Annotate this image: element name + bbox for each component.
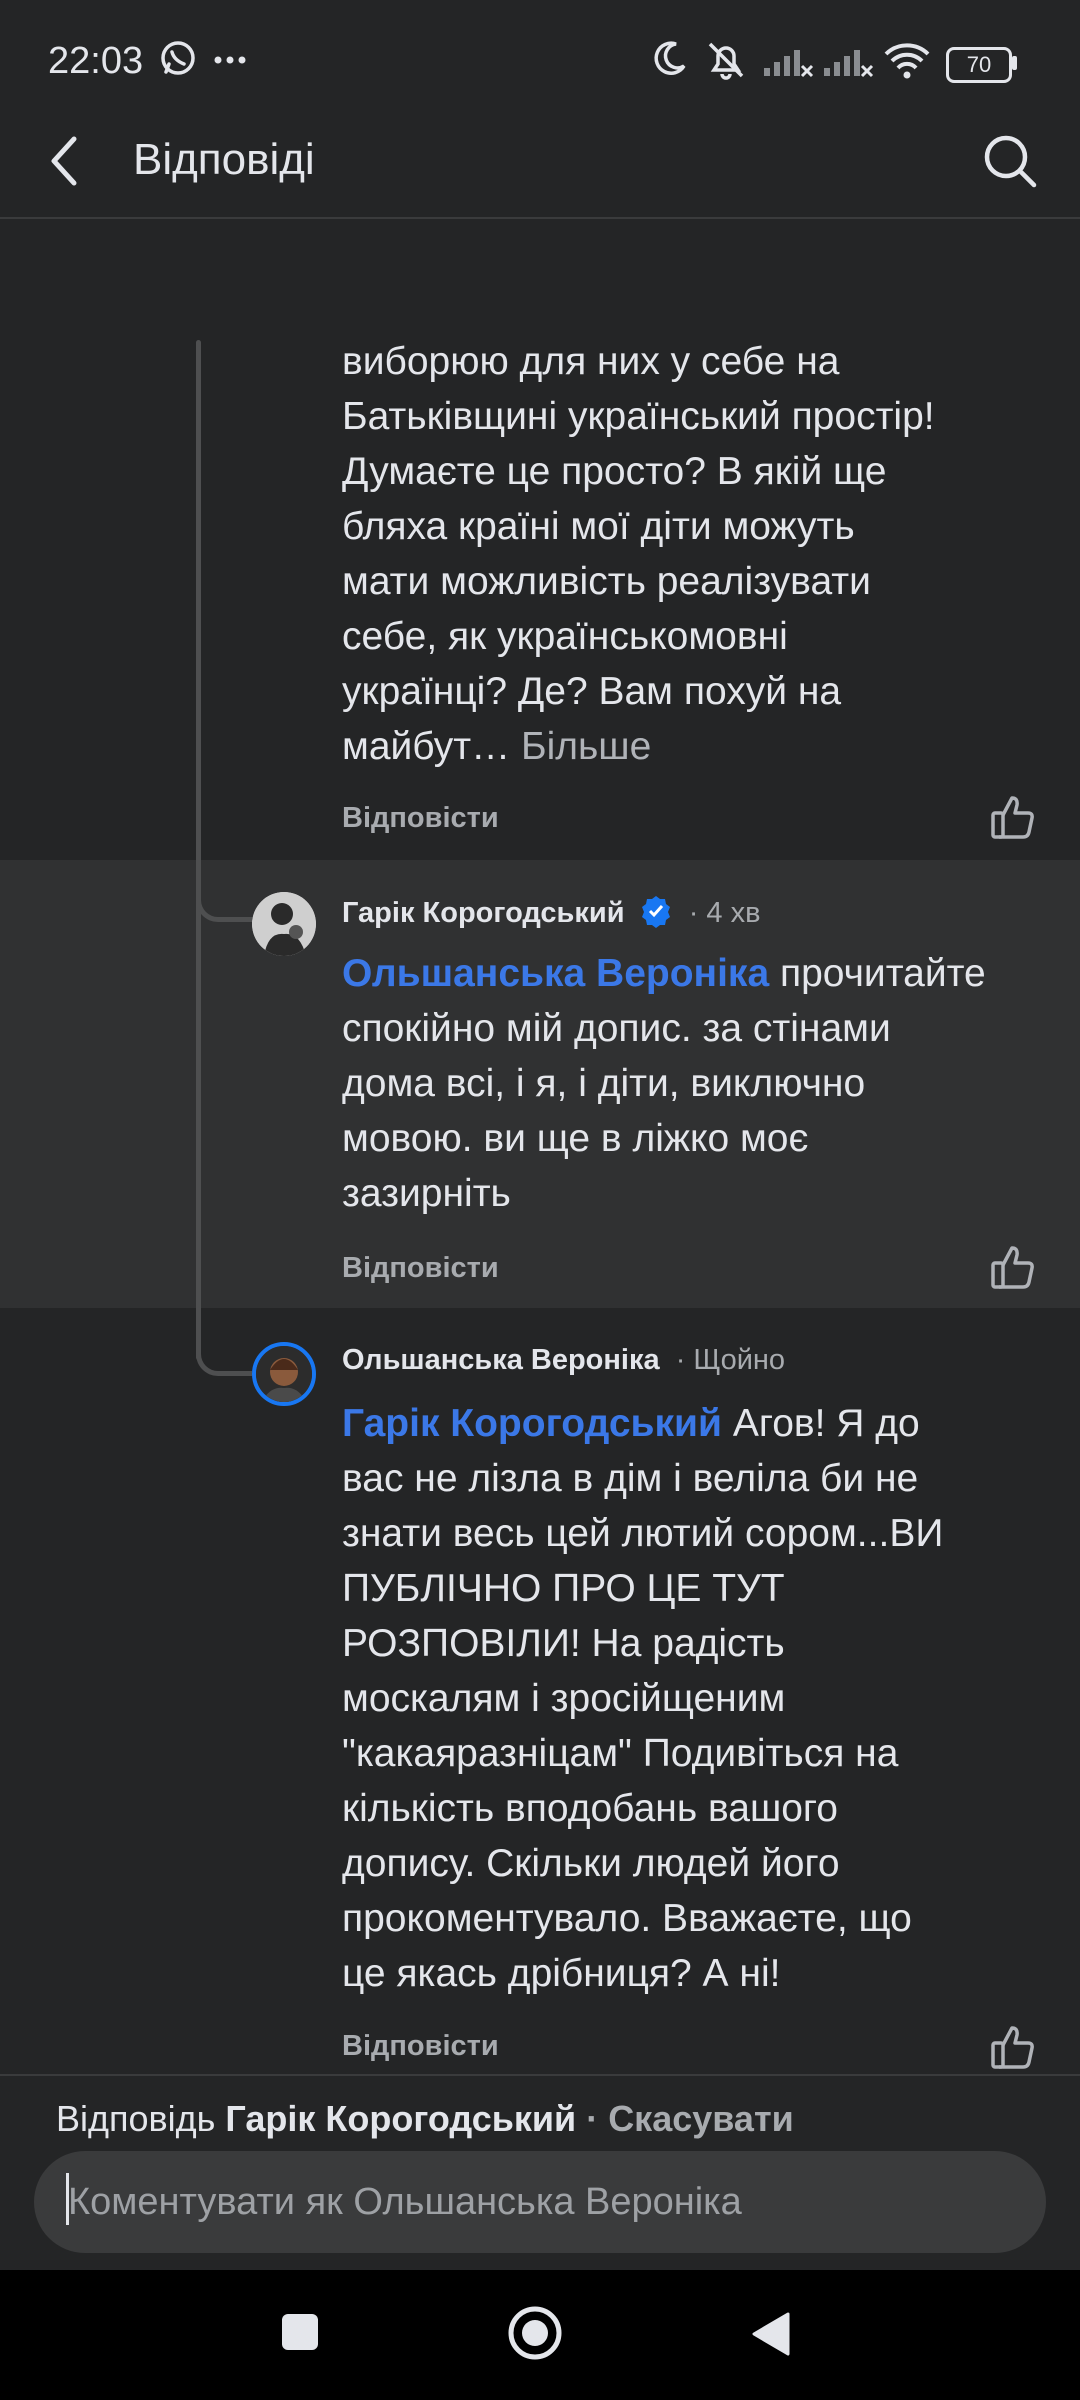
battery-indicator: 70	[946, 47, 1012, 83]
comment-line: мовою. ви ще в ліжко моє	[342, 1117, 809, 1160]
thread-line	[196, 340, 201, 1360]
whatsapp-icon	[161, 41, 195, 75]
back-triangle-icon[interactable]	[750, 2310, 792, 2358]
comment-author: Гарік Корогодський · 4 хв	[342, 894, 761, 930]
thread-branch	[196, 1326, 252, 1376]
back-arrow-icon[interactable]	[44, 131, 84, 191]
status-bar: 22:03 70	[0, 0, 1080, 125]
mention-link[interactable]: Ольшанська Вероніка	[342, 952, 769, 995]
comment-time: · 4 хв	[688, 897, 761, 929]
see-more-link[interactable]: Більше	[521, 725, 651, 768]
comment-line: зазирніть	[342, 1172, 511, 1215]
author-name[interactable]: Гарік Корогодський	[342, 897, 625, 929]
home-circle-icon[interactable]	[508, 2306, 562, 2360]
cancel-reply-button[interactable]: Скасувати	[608, 2098, 794, 2139]
mention-link[interactable]: Гарік Корогодський	[342, 1402, 722, 1445]
replying-to-prefix: Відповідь	[56, 2098, 226, 2139]
comment-body: Гарік Корогодський Агов! Я до вас не ліз…	[342, 1396, 943, 2001]
comment-line: українці? Де? Вам похуй на	[342, 670, 842, 713]
comment-line: майбут…	[342, 725, 521, 768]
thread-branch	[196, 872, 252, 922]
comment-line: бляха країні мої діти можуть	[342, 505, 855, 548]
like-icon[interactable]	[990, 1244, 1036, 1290]
comment-line: москалям і зросійщеним	[342, 1677, 786, 1720]
notifications-off-icon	[708, 42, 744, 80]
moon-icon	[654, 41, 686, 75]
avatar[interactable]	[252, 1342, 316, 1406]
comment-line: себе, як українськомовні	[342, 615, 788, 658]
comment-line: ПУБЛІЧНО ПРО ЦЕ ТУТ	[342, 1567, 785, 1610]
comment-author: Ольшанська Вероніка · Щойно	[342, 1344, 785, 1377]
comment-line: прокоментувало. Вважаєте, що	[342, 1897, 912, 1940]
page-title: Відповіді	[133, 135, 315, 184]
comment-line: допису. Скільки людей його	[342, 1842, 840, 1885]
comment-line: РОЗПОВІЛИ! На радість	[342, 1622, 785, 1665]
avatar-image	[252, 892, 316, 956]
separator: ·	[576, 2098, 609, 2139]
comment-line: виборюю для них у себе на	[342, 340, 840, 383]
comment-line: Агов! Я до	[721, 1402, 920, 1445]
battery-tip	[1012, 56, 1017, 70]
avatar-image	[256, 1346, 312, 1402]
comment-line: дома всі, і я, і діти, виключно	[342, 1062, 866, 1105]
wifi-icon	[884, 43, 930, 79]
comment-line: мати можливість реалізувати	[342, 560, 871, 603]
search-icon[interactable]	[980, 131, 1040, 191]
avatar[interactable]	[252, 892, 316, 956]
reply-button[interactable]: Відповісти	[342, 1252, 499, 1285]
comment-line: спокійно мій допис. за стінами	[342, 1007, 891, 1050]
reply-button[interactable]: Відповісти	[342, 2030, 499, 2063]
comment-line: прочитайте	[769, 952, 986, 995]
comment-line: кількість вподобань вашого	[342, 1787, 838, 1830]
reply-composer: Відповідь Гарік Корогодський · Скасувати	[0, 2074, 1080, 2272]
replying-to: Відповідь Гарік Корогодський · Скасувати	[56, 2098, 794, 2140]
like-icon[interactable]	[990, 794, 1036, 840]
comment-line: "какаяразніцам" Подивіться на	[342, 1732, 899, 1775]
comment-body: виборюю для них у себе на Батьківщині ук…	[342, 334, 935, 774]
comment-line: це якась дрібниця? А ні!	[342, 1952, 781, 1995]
reply-button[interactable]: Відповісти	[342, 802, 499, 835]
comment-input[interactable]	[34, 2151, 1046, 2253]
comment-line: вас не лізла в дім і веліла би не	[342, 1457, 919, 1500]
more-dots-icon	[214, 56, 246, 64]
comment-body: Ольшанська Вероніка прочитайте спокійно …	[342, 946, 986, 1221]
replying-to-name: Гарік Корогодський	[225, 2098, 577, 2139]
signal-off-icon	[764, 50, 814, 78]
comment-line: знати весь цей лютий сором...ВИ	[342, 1512, 944, 1555]
comment-line: Думаєте це просто? В якій ще	[342, 450, 887, 493]
verified-badge-icon	[641, 896, 670, 928]
header-divider	[0, 217, 1080, 219]
comment-line: Батьківщині український простір!	[342, 395, 935, 438]
system-nav-bar	[0, 2270, 1080, 2400]
recents-square-icon[interactable]	[280, 2312, 320, 2352]
text-caret	[66, 2173, 69, 2225]
status-time: 22:03	[48, 40, 144, 82]
like-icon[interactable]	[990, 2024, 1036, 2070]
header: Відповіді	[0, 125, 1080, 217]
author-name[interactable]: Ольшанська Вероніка	[342, 1344, 660, 1376]
comment-time: · Щойно	[675, 1344, 786, 1376]
signal-off-icon	[824, 50, 874, 78]
